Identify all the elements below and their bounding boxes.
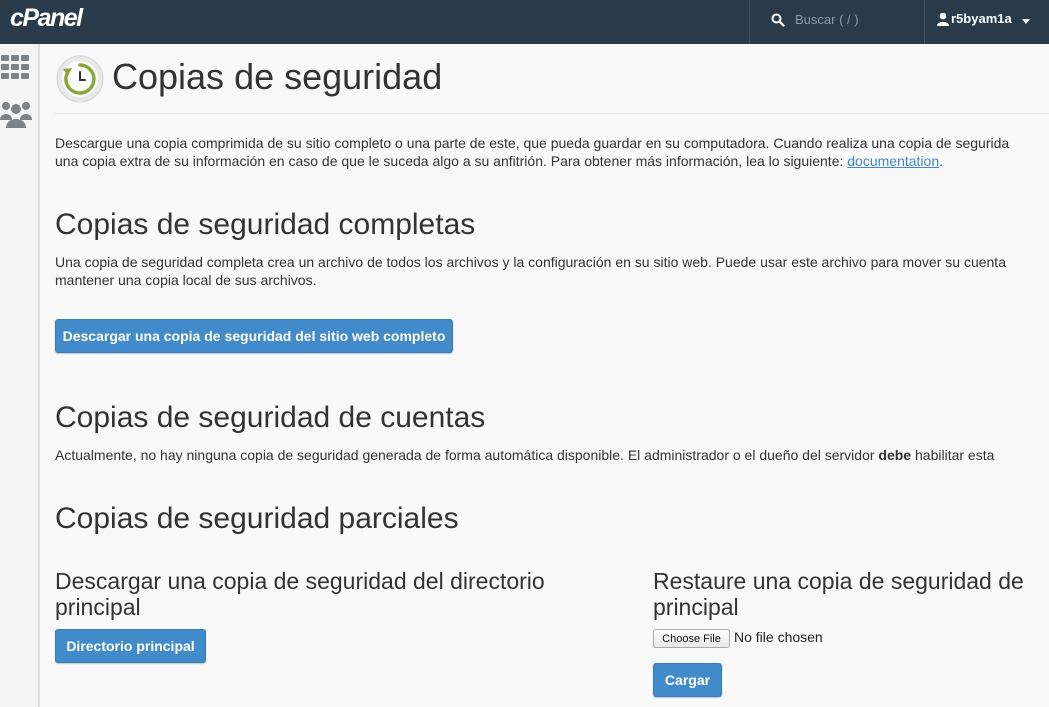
account-backup-desc-after: habilitar esta [911,447,995,463]
page-title: Copias de seguridad [112,56,443,97]
account-backup-desc-bold: debe [878,447,912,463]
full-backup-description: Una copia de seguridad completa crea un … [55,253,1006,289]
restore-home-directory-heading: Restaure una copia de seguridad de princ… [653,568,1049,620]
account-backup-description: Actualmente, no hay ninguna copia de seg… [55,446,994,464]
intro-line-2: una copia extra de su información en cas… [55,152,1009,170]
download-home-directory-heading: Descargar una copia de seguridad del dir… [55,568,545,620]
home-directory-download-button[interactable]: Directorio principal [55,629,206,663]
intro-end: . [939,153,943,169]
intro-line-2-text: una copia extra de su información en cas… [55,153,848,169]
users-icon[interactable] [0,98,32,130]
chevron-down-icon[interactable] [1022,19,1030,24]
file-status-text: No file chosen [734,629,823,645]
search-input[interactable]: Buscar ( / ) [795,12,859,27]
partial-backup-heading: Copias de seguridad parciales [55,502,459,535]
full-backup-heading: Copias de seguridad completas [55,208,476,241]
upload-button[interactable]: Cargar [653,663,722,697]
account-backup-heading: Copias de seguridad de cuentas [55,401,486,434]
account-backup-desc-before: Actualmente, no hay ninguna copia de seg… [55,447,879,463]
search-box[interactable]: Buscar ( / ) [749,0,924,44]
top-bar: cPanel Buscar ( / ) r5byam1a [0,0,1049,44]
username[interactable]: r5byam1a [951,11,1012,26]
search-icon [771,13,785,27]
grid-icon[interactable] [1,55,29,79]
backup-icon [56,55,104,103]
cpanel-logo[interactable]: cPanel [10,4,83,33]
user-icon [937,12,949,26]
user-menu[interactable]: r5byam1a [924,0,1049,44]
intro-line-1: Descargue una copia comprimida de su sit… [55,135,1010,151]
full-backup-desc-line-2: mantener una copia local de sus archivos… [55,272,317,288]
choose-file-button[interactable]: Choose File [653,629,730,648]
restore-heading-line-2: principal [653,594,739,620]
intro-text: Descargue una copia comprimida de su sit… [55,134,1009,170]
divider [55,113,1049,114]
download-full-backup-button[interactable]: Descargar una copia de seguridad del sit… [55,319,453,353]
sidebar [0,44,40,707]
restore-heading-line-1: Restaure una copia de seguridad de [653,568,1024,594]
full-backup-desc-line-1: Una copia de seguridad completa crea un … [55,254,1006,270]
documentation-link[interactable]: documentation [847,153,939,169]
